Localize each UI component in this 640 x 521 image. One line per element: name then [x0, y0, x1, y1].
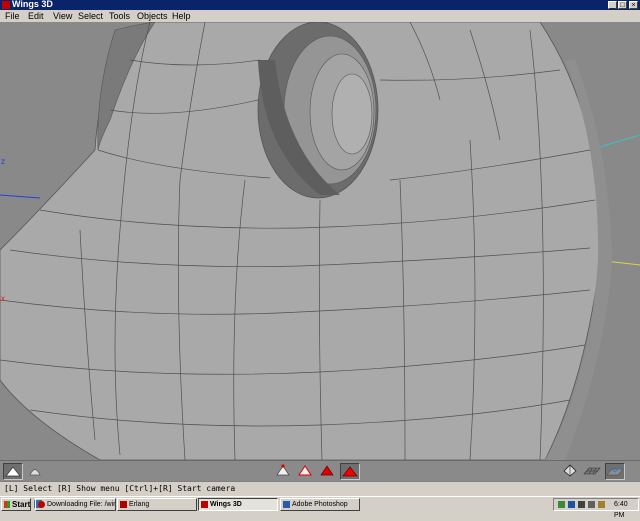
minimize-button[interactable]: _	[608, 1, 617, 9]
menu-select[interactable]: Select	[78, 10, 103, 22]
vertex-mode-icon[interactable]	[274, 463, 294, 480]
network-icon[interactable]	[558, 501, 565, 508]
task-erlang[interactable]: Erlang	[117, 498, 197, 511]
photoshop-icon	[283, 501, 290, 508]
opera-icon	[38, 501, 45, 508]
perspective-icon[interactable]	[561, 463, 581, 480]
groundplane-icon[interactable]	[583, 463, 603, 480]
task-label: Adobe Photoshop	[292, 501, 348, 508]
task-photoshop[interactable]: Adobe Photoshop	[280, 498, 360, 511]
edge-mode-icon[interactable]	[296, 463, 316, 480]
smooth-shading-icon[interactable]	[3, 463, 23, 480]
menu-tools[interactable]: Tools	[109, 10, 130, 22]
wings-app-icon	[2, 1, 10, 9]
speaker-icon[interactable]	[588, 501, 595, 508]
wings-icon	[201, 501, 208, 508]
task-wings3d[interactable]: Wings 3D	[198, 498, 278, 511]
tray-app-icon[interactable]	[598, 501, 605, 508]
maximize-button[interactable]: □	[618, 1, 627, 9]
close-button[interactable]: ×	[629, 1, 638, 9]
3d-viewport[interactable]: z x	[0, 22, 640, 460]
windows-logo-icon	[4, 501, 10, 508]
system-tray: 6:40 PM	[553, 498, 639, 519]
task-label: Wings 3D	[210, 501, 242, 508]
z-axis-label: z	[1, 157, 5, 166]
menu-bar: File Edit View Select Tools Objects Help	[0, 10, 640, 22]
windows-taskbar: Start Downloading File: /wings/... Erlan…	[0, 496, 640, 519]
bottom-toolbar	[0, 460, 640, 482]
wireframe-shading-icon[interactable]	[26, 463, 46, 480]
menu-edit[interactable]: Edit	[28, 10, 44, 22]
task-downloading[interactable]: Downloading File: /wings/...	[35, 498, 116, 511]
axes-icon[interactable]	[605, 463, 625, 480]
erlang-icon	[120, 501, 127, 508]
antivirus-icon[interactable]	[568, 501, 575, 508]
menu-help[interactable]: Help	[172, 10, 191, 22]
x-axis-label: x	[1, 294, 5, 303]
status-message: [L] Select [R] Show menu [Ctrl]+[R] Star…	[4, 484, 236, 493]
clock: 6:40 PM	[614, 501, 628, 519]
face-mode-icon[interactable]	[318, 463, 338, 480]
menu-view[interactable]: View	[53, 10, 72, 22]
start-label: Start	[12, 500, 31, 509]
task-label: Downloading File: /wings/...	[47, 501, 115, 508]
menu-objects[interactable]: Objects	[137, 10, 168, 22]
task-label: Erlang	[129, 501, 150, 508]
title-bar: Wings 3D _ □ ×	[0, 0, 640, 10]
window-title: Wings 3D	[12, 0, 53, 9]
object-mode-icon[interactable]	[340, 463, 360, 480]
mesh-canvas	[0, 22, 640, 460]
start-button[interactable]: Start	[1, 498, 31, 511]
menu-file[interactable]: File	[5, 10, 20, 22]
monitor-icon[interactable]	[578, 501, 585, 508]
status-bar: [L] Select [R] Show menu [Ctrl]+[R] Star…	[0, 481, 640, 495]
